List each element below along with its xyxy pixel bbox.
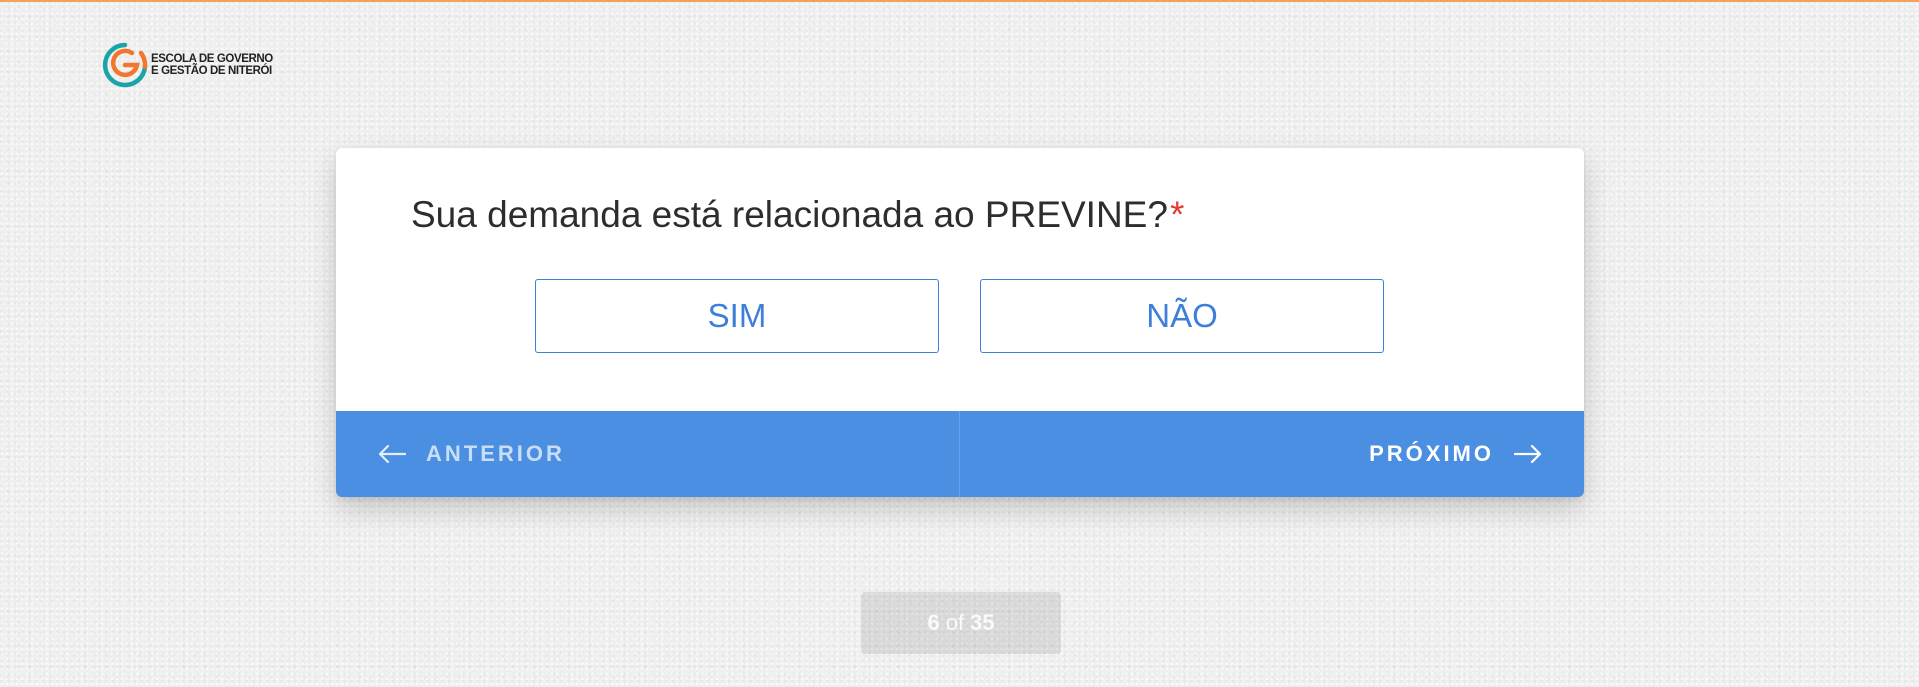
logo-line-1: ESCOLA DE GOVERNO bbox=[151, 53, 273, 65]
question-title: Sua demanda está relacionada ao PREVINE?… bbox=[411, 194, 1184, 236]
previous-label: ANTERIOR bbox=[426, 441, 565, 466]
logo: ESCOLA DE GOVERNO E GESTÃO DE NITERÓI bbox=[101, 41, 273, 89]
arrow-left-icon bbox=[378, 444, 406, 464]
next-label: PRÓXIMO bbox=[1369, 441, 1494, 466]
option-nao-button[interactable]: NÃO bbox=[980, 279, 1384, 353]
question-card: Sua demanda está relacionada ao PREVINE?… bbox=[336, 148, 1584, 497]
navigation-bar: ANTERIOR PRÓXIMO bbox=[336, 411, 1584, 497]
counter-separator: of bbox=[945, 610, 965, 635]
previous-button[interactable]: ANTERIOR bbox=[336, 411, 960, 497]
logo-icon bbox=[102, 42, 148, 88]
required-asterisk: * bbox=[1169, 194, 1185, 235]
logo-text: ESCOLA DE GOVERNO E GESTÃO DE NITERÓI bbox=[151, 53, 273, 77]
arrow-right-icon bbox=[1514, 444, 1542, 464]
question-counter: 6 of 35 bbox=[861, 592, 1061, 654]
option-sim-button[interactable]: SIM bbox=[535, 279, 939, 353]
question-text: Sua demanda está relacionada ao PREVINE? bbox=[411, 194, 1168, 235]
counter-total: 35 bbox=[970, 610, 995, 635]
counter-current: 6 bbox=[927, 610, 940, 635]
logo-line-2: E GESTÃO DE NITERÓI bbox=[151, 65, 272, 77]
next-button[interactable]: PRÓXIMO bbox=[960, 411, 1584, 497]
top-accent-line bbox=[0, 0, 1919, 2]
